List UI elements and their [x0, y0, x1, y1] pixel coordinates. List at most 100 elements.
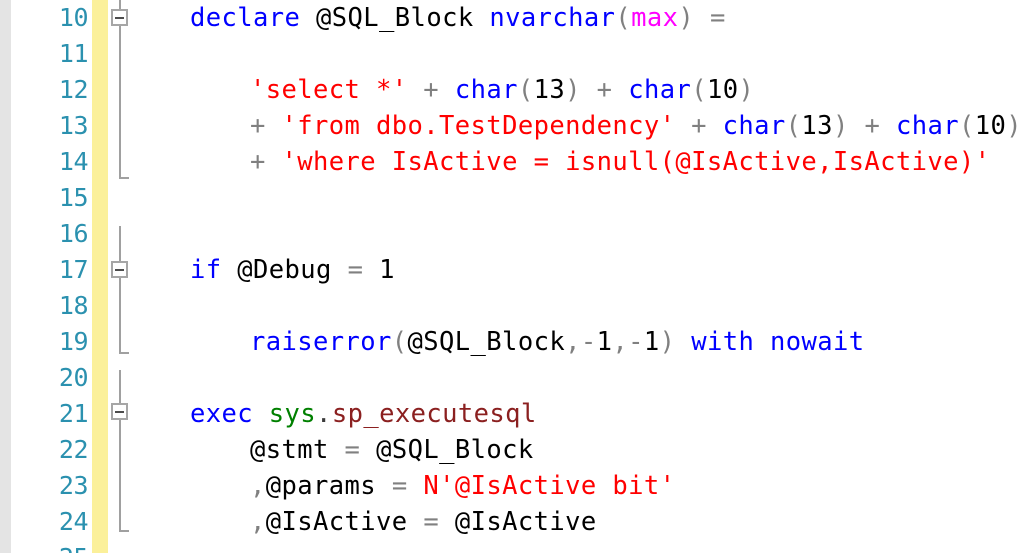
token-plain: @SQL_Block — [376, 435, 534, 465]
token-str: 'select *' — [250, 75, 408, 105]
line-number: 17 — [58, 255, 89, 284]
code-folding-column[interactable] — [108, 0, 136, 553]
token-op: + — [423, 75, 440, 105]
code-line[interactable]: 25 — [0, 540, 1024, 553]
line-number: 20 — [58, 363, 89, 392]
line-number: 16 — [58, 219, 89, 248]
token-sch: sys — [268, 399, 317, 429]
token-kw: char — [454, 75, 518, 105]
fold-toggle-declare-block[interactable] — [111, 9, 128, 26]
code-line[interactable]: 10 declare @SQL_Block nvarchar(max) = — [0, 0, 1024, 36]
token-op: ) — [565, 75, 581, 105]
token-str: N'@IsActive bit' — [423, 471, 676, 501]
token-kw: char — [896, 111, 960, 141]
token-str: 'from dbo.TestDependency' — [281, 111, 676, 141]
code-line[interactable]: 22 @stmt = @SQL_Block — [0, 432, 1024, 468]
token-op: - — [580, 327, 597, 357]
token-num: 1 — [379, 255, 395, 285]
code-text[interactable]: + 'where IsActive = isnull(@IsActive,IsA… — [250, 144, 990, 180]
code-line[interactable]: 16 — [0, 216, 1024, 252]
token-num: 13 — [533, 75, 566, 105]
token-kw: char — [722, 111, 786, 141]
line-number: 11 — [58, 39, 89, 68]
token-op: ( — [517, 75, 534, 105]
token-op: ( — [615, 3, 632, 33]
line-number: 21 — [58, 399, 89, 428]
line-number: 12 — [58, 75, 89, 104]
line-number: 23 — [58, 471, 89, 500]
fold-region-end-tick — [119, 352, 129, 354]
code-editor-pane[interactable]: 10 declare @SQL_Block nvarchar(max) = 11 12… — [0, 0, 1024, 553]
line-number: 18 — [58, 291, 89, 320]
code-line[interactable]: 15 — [0, 180, 1024, 216]
line-number: 25 — [0, 540, 89, 553]
token-proc: sp_executesql — [331, 399, 537, 429]
token-op: ) — [738, 75, 755, 105]
token-plain: @SQL_Block — [407, 327, 566, 357]
token-kw: raiserror — [250, 327, 392, 357]
code-line[interactable]: 23 ,@params = N'@IsActive bit' — [0, 468, 1024, 504]
code-text[interactable]: exec sys.sp_executesql — [190, 396, 537, 432]
token-str: 'where IsActive = isnull(@IsActive,IsAct… — [281, 147, 991, 177]
fold-line-segment — [119, 226, 121, 262]
code-line[interactable]: 20 — [0, 360, 1024, 396]
code-line[interactable]: 11 — [0, 36, 1024, 72]
code-text[interactable]: declare @SQL_Block nvarchar(max) = — [190, 0, 726, 36]
token-plain: @IsActive — [265, 507, 408, 537]
code-line[interactable]: 13 + 'from dbo.TestDependency' + char(13)… — [0, 108, 1024, 144]
fold-toggle-exec-block[interactable] — [111, 403, 128, 420]
code-text[interactable]: @stmt = @SQL_Block — [250, 432, 534, 468]
token-op: = — [423, 507, 440, 537]
token-kw: nvarchar — [489, 3, 616, 33]
token-kw: if — [190, 255, 222, 285]
code-line[interactable]: 21 exec sys.sp_executesql — [0, 396, 1024, 432]
code-text[interactable]: ,@IsActive = @IsActive — [250, 504, 597, 540]
token-op: + — [691, 111, 707, 141]
token-op: + — [596, 75, 613, 105]
token-op: ( — [691, 75, 707, 105]
code-line[interactable]: 14 + 'where IsActive = isnull(@IsActive,I… — [0, 144, 1024, 180]
code-line[interactable]: 19 raiserror(@SQL_Block,-1,-1) with nowai… — [0, 324, 1024, 360]
code-text[interactable]: ,@params = N'@IsActive bit' — [250, 468, 675, 504]
token-num: 13 — [801, 111, 833, 141]
code-text[interactable]: 'select *' + char(13) + char(10) — [250, 72, 754, 108]
token-op: , — [250, 471, 266, 501]
token-kw: exec — [190, 399, 254, 429]
code-line[interactable]: 17 if @Debug = 1 — [0, 252, 1024, 288]
token-op: , — [565, 327, 581, 357]
token-plain: @params — [265, 471, 377, 501]
code-text[interactable]: raiserror(@SQL_Block,-1,-1) with nowait — [250, 324, 865, 360]
fold-line-segment — [119, 370, 121, 404]
token-kw: nowait — [769, 327, 865, 357]
code-line[interactable]: 24 ,@IsActive = @IsActive — [0, 504, 1024, 540]
code-line[interactable]: 12 'select *' + char(13) + char(10) — [0, 72, 1024, 108]
token-op: ) — [659, 327, 676, 357]
fold-toggle-if-block[interactable] — [111, 261, 128, 278]
line-number: 24 — [58, 507, 89, 536]
code-text[interactable]: + 'from dbo.TestDependency' + char(13) +… — [250, 108, 1022, 144]
code-line[interactable]: 18 — [0, 288, 1024, 324]
token-op: , — [250, 507, 266, 537]
token-plain: @IsActive — [454, 507, 597, 537]
token-op: = — [709, 3, 726, 33]
token-op: = — [391, 471, 408, 501]
code-text[interactable]: if @Debug = 1 — [190, 252, 395, 288]
line-number: 22 — [58, 435, 89, 464]
